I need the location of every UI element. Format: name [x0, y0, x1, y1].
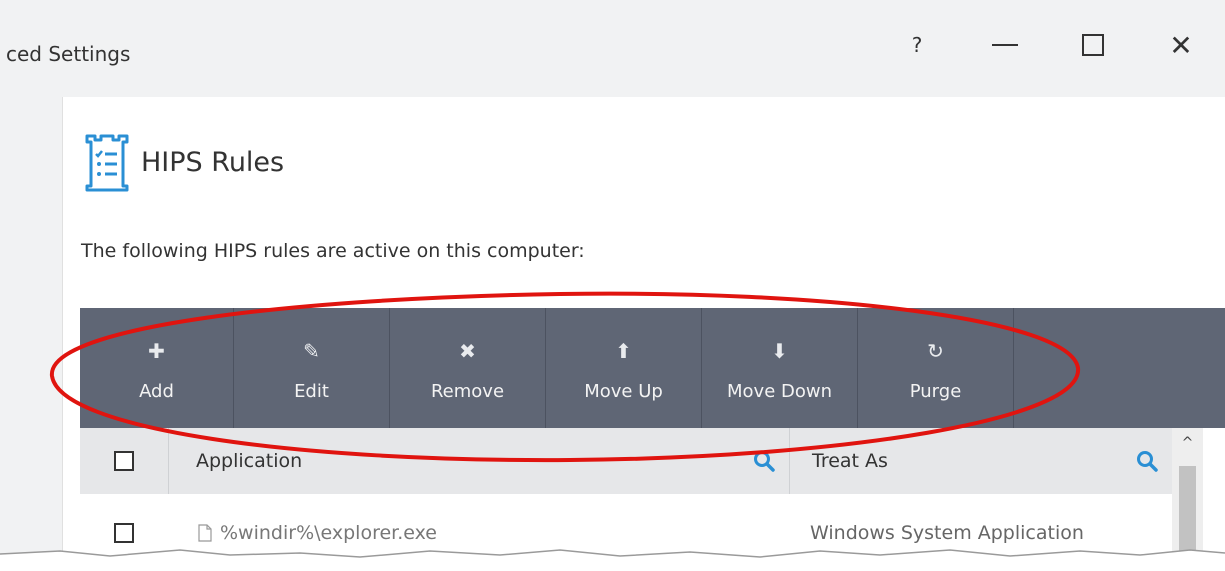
search-icon[interactable]: [1136, 450, 1158, 472]
plus-icon: ✚: [148, 338, 165, 363]
maximize-button[interactable]: [1049, 22, 1137, 68]
hips-rules-icon: [85, 134, 129, 192]
close-button[interactable]: ✕: [1137, 22, 1225, 68]
scroll-up-icon[interactable]: ^: [1172, 428, 1203, 458]
help-button[interactable]: ?: [873, 22, 961, 68]
move-down-label: Move Down: [727, 380, 832, 402]
window-title: ced Settings: [6, 42, 131, 66]
hips-rules-panel: HIPS Rules The following HIPS rules are …: [62, 97, 1225, 571]
rules-table-header: Application Treat As: [80, 428, 1172, 494]
purge-refresh-icon: ↻: [927, 338, 944, 363]
select-all-cell: [80, 428, 169, 494]
panel-header: HIPS Rules: [83, 132, 284, 192]
purge-button[interactable]: ↻ Purge: [858, 308, 1014, 428]
treat-as-column-label: Treat As: [812, 450, 888, 472]
move-up-button[interactable]: ⬆ Move Up: [546, 308, 702, 428]
maximize-icon: [1082, 34, 1104, 56]
arrow-down-icon: ⬇: [771, 338, 788, 363]
edit-button[interactable]: ✎ Edit: [234, 308, 390, 428]
arrow-up-icon: ⬆: [615, 338, 632, 363]
remove-label: Remove: [430, 380, 505, 402]
torn-paper-edge: [0, 549, 1225, 571]
advanced-settings-window: ced Settings ? ✕ HIPS Rules The followin…: [0, 0, 1225, 571]
title-bar: ced Settings ? ✕: [0, 0, 1225, 90]
page-title: HIPS Rules: [141, 146, 285, 178]
select-all-checkbox[interactable]: [114, 451, 134, 471]
edit-pencil-icon: ✎: [303, 338, 320, 363]
remove-x-icon: ✖: [459, 338, 476, 363]
column-header-application[interactable]: Application: [169, 428, 790, 494]
window-controls: ? ✕: [873, 22, 1225, 68]
move-up-label: Move Up: [584, 380, 663, 402]
remove-button[interactable]: ✖ Remove: [390, 308, 546, 428]
minimize-button[interactable]: [961, 22, 1049, 68]
rules-description: The following HIPS rules are active on t…: [81, 240, 585, 262]
move-down-button[interactable]: ⬇ Move Down: [702, 308, 858, 428]
column-header-treat-as[interactable]: Treat As: [790, 428, 1172, 494]
application-column-label: Application: [196, 450, 303, 472]
edit-label: Edit: [294, 380, 329, 402]
add-label: Add: [139, 380, 174, 402]
purge-label: Purge: [909, 380, 962, 402]
search-icon[interactable]: [753, 450, 775, 472]
minimize-icon: [992, 44, 1018, 46]
add-button[interactable]: ✚ Add: [80, 308, 234, 428]
rules-toolbar: ✚ Add ✎ Edit ✖ Remove ⬆ Move Up ⬇ Move D…: [80, 308, 1225, 428]
